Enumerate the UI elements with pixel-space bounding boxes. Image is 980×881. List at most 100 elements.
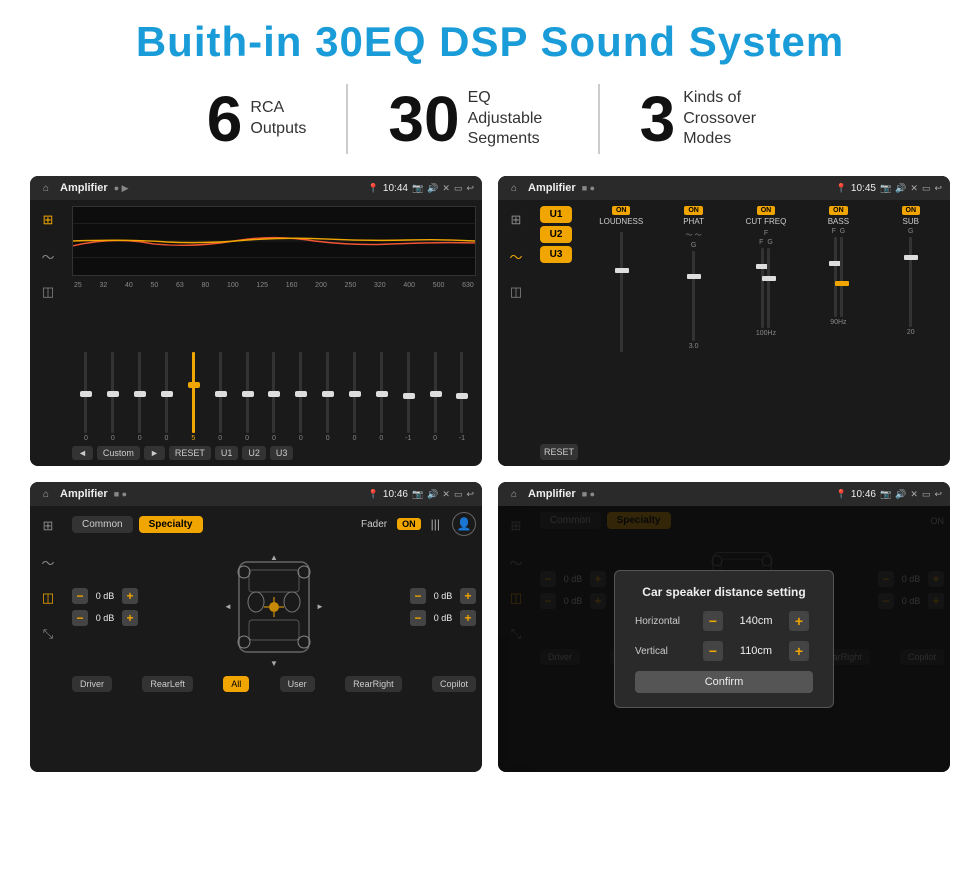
horizontal-plus[interactable]: + (789, 611, 809, 631)
wave-icon-2[interactable]: 〜 (504, 244, 528, 268)
volume-icon-4: 🔊 (895, 489, 906, 500)
fader-rearleft-btn[interactable]: RearLeft (142, 676, 193, 692)
db-plus-fr[interactable]: + (460, 588, 476, 604)
crossover-reset-btn[interactable]: RESET (540, 444, 578, 460)
eq-slider-11[interactable]: 0 (369, 352, 393, 442)
eq-slider-8[interactable]: 0 (289, 352, 313, 442)
fader-rearright-btn[interactable]: RearRight (345, 676, 402, 692)
crossover-sidebar: ⊞ 〜 ◫ (498, 200, 534, 466)
confirm-button[interactable]: Confirm (635, 671, 813, 693)
bass-slider-g[interactable] (840, 237, 843, 317)
eq-sliders: 0 0 0 0 5 0 0 0 0 0 0 0 -1 0 -1 (72, 293, 476, 442)
eq-slider-7[interactable]: 0 (262, 352, 286, 442)
db-control-fl: − 0 dB + (72, 588, 138, 604)
fader-user-btn[interactable]: User (280, 676, 315, 692)
eq-freq-labels: 2532405063 80100125160200 25032040050063… (72, 282, 476, 289)
sub-on[interactable]: ON (902, 206, 921, 215)
eq-slider-1[interactable]: 0 (101, 352, 125, 442)
eq-chart (72, 206, 476, 276)
eq-reset-btn[interactable]: RESET (169, 446, 211, 460)
crossover-screen: ⌂ Amplifier ■ ● 📍 10:45 📷 🔊 ✕ ▭ ↩ ⊞ 〜 ◫ (498, 176, 950, 466)
loudness-channel: ON LOUDNESS (588, 206, 654, 352)
sub-slider[interactable] (909, 237, 912, 327)
svg-text:◄: ◄ (224, 602, 232, 611)
fader-topbar-title: Amplifier (60, 488, 108, 500)
db-plus-fl[interactable]: + (122, 588, 138, 604)
eq-u2-btn[interactable]: U2 (242, 446, 266, 460)
db-minus-rr[interactable]: − (410, 610, 426, 626)
db-value-rr: 0 dB (429, 613, 457, 623)
cutfreq-on[interactable]: ON (757, 206, 776, 215)
fader-profile-icon[interactable]: 👤 (452, 512, 476, 536)
db-plus-rr[interactable]: + (460, 610, 476, 626)
crossover-topbar-title: Amplifier (528, 182, 576, 194)
eq-slider-2[interactable]: 0 (128, 352, 152, 442)
eq-slider-9[interactable]: 0 (316, 352, 340, 442)
preset-u1[interactable]: U1 (540, 206, 572, 223)
back-icon-4: ↩ (934, 489, 942, 500)
db-control-fr: − 0 dB + (410, 588, 476, 604)
preset-u3[interactable]: U3 (540, 246, 572, 263)
db-minus-fr[interactable]: − (410, 588, 426, 604)
eq-slider-3[interactable]: 0 (155, 352, 179, 442)
eq-screen: ⌂ Amplifier ● ▶ 📍 10:44 📷 🔊 ✕ ▭ ↩ ⊞ 〜 ◫ (30, 176, 482, 466)
eq-slider-10[interactable]: 0 (343, 352, 367, 442)
vertical-plus[interactable]: + (789, 641, 809, 661)
speaker-icon-3[interactable]: ◫ (36, 586, 60, 610)
eq-slider-13[interactable]: 0 (423, 352, 447, 442)
eq-icon-3[interactable]: ⊞ (36, 514, 60, 538)
db-value-fr: 0 dB (429, 591, 457, 601)
distance-time: 10:46 (851, 489, 876, 500)
eq-u1-btn[interactable]: U1 (215, 446, 239, 460)
eq-slider-14[interactable]: -1 (450, 352, 474, 442)
eq-slider-5[interactable]: 0 (208, 352, 232, 442)
eq-slider-4[interactable]: 5 (181, 352, 205, 442)
wave-icon[interactable]: 〜 (36, 244, 60, 268)
horizontal-label: Horizontal (635, 616, 695, 627)
eq-u3-btn[interactable]: U3 (270, 446, 294, 460)
preset-buttons: U1 U2 U3 RESET (540, 206, 578, 460)
db-minus-rl[interactable]: − (72, 610, 88, 626)
horizontal-minus[interactable]: − (703, 611, 723, 631)
phat-slider[interactable] (692, 251, 695, 341)
eq-icon[interactable]: ⊞ (36, 208, 60, 232)
eq-slider-6[interactable]: 0 (235, 352, 259, 442)
fader-all-btn[interactable]: All (223, 676, 249, 692)
eq-topbar-title: Amplifier (60, 182, 108, 194)
tab-specialty[interactable]: Specialty (139, 516, 203, 533)
fader-copilot-btn[interactable]: Copilot (432, 676, 476, 692)
eq-slider-12[interactable]: -1 (396, 352, 420, 442)
vertical-minus[interactable]: − (703, 641, 723, 661)
stat-crossover-number: 3 (640, 87, 676, 151)
cutfreq-slider-g[interactable] (767, 248, 770, 328)
eq-icon-2[interactable]: ⊞ (504, 208, 528, 232)
sub-label: SUB (903, 217, 919, 226)
vertical-value: 110cm (731, 645, 781, 657)
home-icon-3: ⌂ (38, 486, 54, 502)
eq-prev-btn[interactable]: ◄ (72, 446, 93, 460)
db-control-rl: − 0 dB + (72, 610, 138, 626)
tab-common[interactable]: Common (72, 516, 133, 533)
fader-on-badge[interactable]: ON (397, 518, 421, 530)
back-icon-2: ↩ (934, 183, 942, 194)
speaker-icon[interactable]: ◫ (36, 280, 60, 304)
cutfreq-slider-f[interactable] (761, 248, 764, 328)
db-plus-rl[interactable]: + (122, 610, 138, 626)
bass-slider-f[interactable] (834, 237, 837, 317)
db-minus-fl[interactable]: − (72, 588, 88, 604)
loudness-on[interactable]: ON (612, 206, 631, 215)
fader-body: ⊞ 〜 ◫ ⤡ Common Specialty Fader ON ||| 👤 (30, 506, 482, 772)
preset-u2[interactable]: U2 (540, 226, 572, 243)
eq-next-btn[interactable]: ► (144, 446, 165, 460)
wave-icon-3[interactable]: 〜 (36, 550, 60, 574)
speaker-icon-2[interactable]: ◫ (504, 280, 528, 304)
stat-crossover-label: Kinds ofCrossover Modes (683, 88, 773, 150)
back-icon-3: ↩ (466, 489, 474, 500)
bass-on[interactable]: ON (829, 206, 848, 215)
loudness-slider[interactable] (620, 232, 623, 352)
eq-slider-0[interactable]: 0 (74, 352, 98, 442)
phat-on[interactable]: ON (684, 206, 703, 215)
arrows-icon[interactable]: ⤡ (36, 622, 60, 646)
fader-topbar: ⌂ Amplifier ■ ● 📍 10:46 📷 🔊 ✕ ▭ ↩ (30, 482, 482, 506)
fader-driver-btn[interactable]: Driver (72, 676, 112, 692)
